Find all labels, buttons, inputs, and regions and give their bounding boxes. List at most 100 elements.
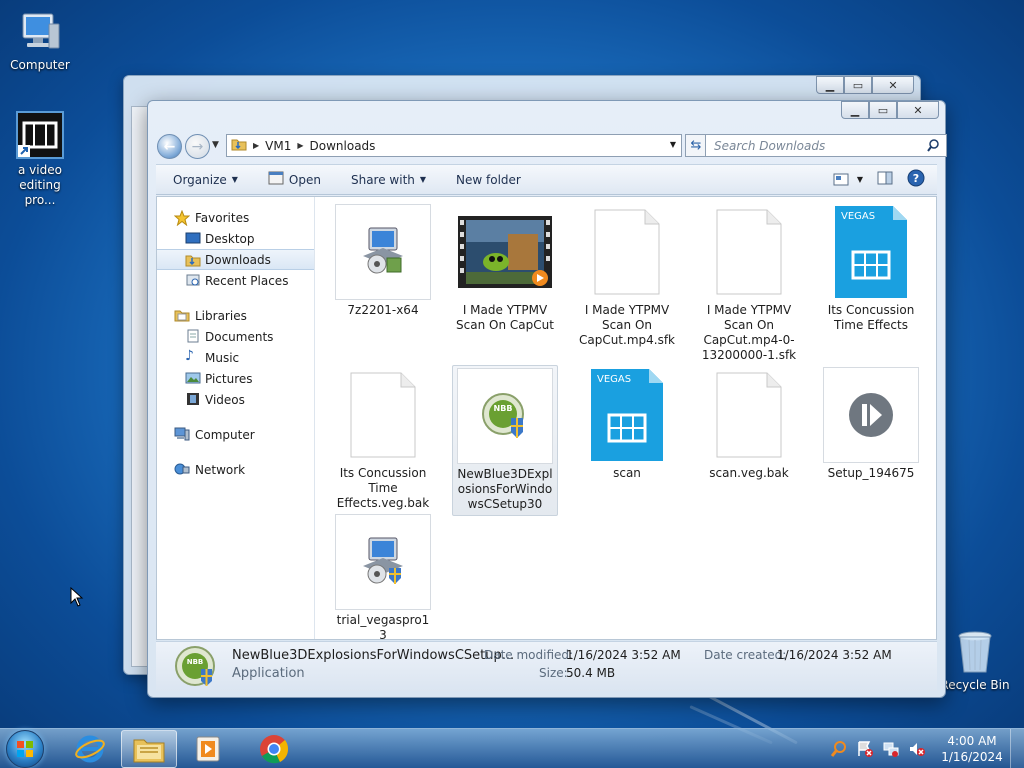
chevron-down-icon: ▼ (419, 175, 427, 184)
recent-places-icon (185, 273, 201, 287)
nav-label: Downloads (205, 252, 271, 267)
minimize-button[interactable]: ▁ (816, 76, 844, 94)
maximize-button[interactable]: ▭ (869, 101, 897, 119)
address-dropdown-icon[interactable]: ▼ (670, 140, 676, 149)
desktop-icon-video-editor[interactable]: a video editing pro... (0, 111, 80, 208)
nav-desktop[interactable]: Desktop (157, 228, 314, 249)
nav-network[interactable]: Network (157, 459, 314, 480)
maximize-button[interactable]: ▭ (844, 76, 872, 94)
preview-pane-button[interactable] (877, 171, 893, 188)
file-list: 7z2201-x64 I Made YTPMV Scan On CapCut I… (323, 197, 936, 642)
nav-label: Libraries (195, 308, 247, 323)
file-item-selected[interactable]: NBB NewBlue3DExplosionsForWindowsCSetup3… (452, 365, 558, 516)
chevron-down-icon: ▼ (856, 175, 863, 184)
media-setup-icon (823, 367, 919, 463)
share-with-menu[interactable]: Share with ▼ (342, 165, 435, 194)
close-button[interactable]: ✕ (897, 101, 939, 119)
taskbar-chrome[interactable] (246, 730, 302, 768)
share-with-label: Share with (350, 172, 415, 187)
action-center-icon[interactable] (856, 740, 874, 758)
network-tray-icon[interactable] (882, 740, 900, 758)
organize-label: Organize (173, 172, 227, 187)
file-item[interactable]: Its Concussion Time Effects.veg.bak (334, 367, 432, 511)
svg-text:VEGAS: VEGAS (841, 211, 875, 222)
videos-icon (185, 392, 201, 406)
taskbar-windows-explorer[interactable] (121, 730, 177, 768)
file-name: trial_vegaspro13 (336, 613, 430, 642)
nav-recent-places[interactable]: Recent Places (157, 270, 314, 291)
file-name: I Made YTPMV Scan On CapCut.mp4-0-132000… (701, 303, 797, 362)
chrome-icon (260, 735, 289, 764)
volume-muted-icon[interactable] (908, 740, 926, 758)
nav-pictures[interactable]: Pictures (157, 368, 314, 389)
file-item[interactable]: trial_vegaspro13 (334, 514, 432, 643)
file-name: NewBlue3DExplosionsForWindowsCSetup30 (457, 467, 553, 511)
nav-documents[interactable]: Documents (157, 326, 314, 347)
tray-search-icon[interactable] (830, 740, 848, 758)
music-icon: ♪ (185, 348, 194, 364)
file-item[interactable]: I Made YTPMV Scan On CapCut.mp4.sfk (578, 204, 676, 348)
nav-label: Network (195, 462, 246, 477)
file-item[interactable]: VEGAS scan (578, 367, 676, 481)
view-icon (833, 173, 849, 186)
nav-libraries[interactable]: Libraries (157, 305, 314, 326)
file-item[interactable]: I Made YTPMV Scan On CapCut (456, 204, 554, 333)
start-button[interactable] (6, 730, 44, 768)
help-icon: ? (907, 169, 925, 187)
file-name: scan.veg.bak (709, 466, 789, 480)
breadcrumb-vm1[interactable]: VM1 (265, 139, 291, 153)
nav-label: Music (205, 350, 240, 365)
close-button[interactable]: ✕ (872, 76, 914, 94)
nav-downloads[interactable]: Downloads (157, 249, 314, 270)
video-thumbnail-icon (457, 204, 553, 300)
breadcrumb-downloads[interactable]: Downloads (310, 139, 376, 153)
file-item[interactable]: I Made YTPMV Scan On CapCut.mp4-0-132000… (700, 204, 798, 363)
refresh-button[interactable]: ⇆ (685, 134, 707, 157)
vegas-project-icon: VEGAS (823, 204, 919, 300)
nav-label: Favorites (195, 210, 250, 225)
nav-computer[interactable]: Computer (157, 424, 314, 445)
nav-label: Pictures (205, 371, 253, 386)
details-created-label: Date created: (704, 648, 787, 662)
explorer-window[interactable]: ▁ ▭ ✕ ← → ▼ ▶ VM1 ▶ Downloads ▼ ⇆ Search… (147, 100, 947, 698)
blank-file-icon (579, 204, 675, 300)
nav-music[interactable]: ♪ Music (157, 347, 314, 368)
file-name: Setup_194675 (827, 466, 915, 480)
film-shortcut-icon (16, 111, 64, 159)
desktop-icon-recycle-bin[interactable]: Recycle Bin (935, 630, 1015, 693)
file-item[interactable]: 7z2201-x64 (334, 204, 432, 318)
file-item[interactable]: Setup_194675 (822, 367, 920, 481)
desktop-icon-computer[interactable]: Computer (0, 10, 80, 73)
minimize-button[interactable]: ▁ (841, 101, 869, 119)
taskbar-media-player[interactable] (180, 730, 236, 768)
forward-button[interactable]: → (185, 134, 210, 159)
computer-icon (17, 10, 63, 54)
open-label: Open (288, 172, 321, 187)
star-icon (173, 209, 191, 227)
back-button[interactable]: ← (157, 134, 182, 159)
nav-label: Desktop (205, 231, 255, 246)
arrow-right-icon: → (191, 138, 204, 155)
window-controls: ▁ ▭ ✕ (841, 101, 939, 119)
open-button[interactable]: Open (259, 165, 330, 194)
search-input[interactable]: Search Downloads (705, 134, 947, 157)
newblue-setup-icon: NBB (457, 368, 553, 464)
selected-file-icon: NBB (174, 645, 218, 692)
file-item[interactable]: scan.veg.bak (700, 367, 798, 481)
change-view-button[interactable]: ▼ (833, 173, 863, 186)
recent-pages-button[interactable]: ▼ (212, 140, 219, 150)
clock[interactable]: 4:00 AM 1/16/2024 (934, 733, 1010, 765)
address-bar[interactable]: ▶ VM1 ▶ Downloads ▼ (226, 134, 682, 157)
new-folder-button[interactable]: New folder (447, 165, 530, 194)
help-button[interactable]: ? (907, 169, 925, 190)
taskbar-internet-explorer[interactable] (62, 730, 118, 768)
nav-favorites[interactable]: Favorites (157, 207, 314, 228)
downloads-folder-icon (185, 253, 201, 267)
organize-menu[interactable]: Organize ▼ (156, 165, 247, 194)
file-name: I Made YTPMV Scan On CapCut (456, 303, 554, 332)
show-desktop-button[interactable] (1010, 729, 1024, 768)
windows-logo-icon (17, 741, 33, 757)
nav-videos[interactable]: Videos (157, 389, 314, 410)
file-name: Its Concussion Time Effects.veg.bak (336, 466, 430, 510)
file-item[interactable]: VEGAS Its Concussion Time Effects (822, 204, 920, 333)
